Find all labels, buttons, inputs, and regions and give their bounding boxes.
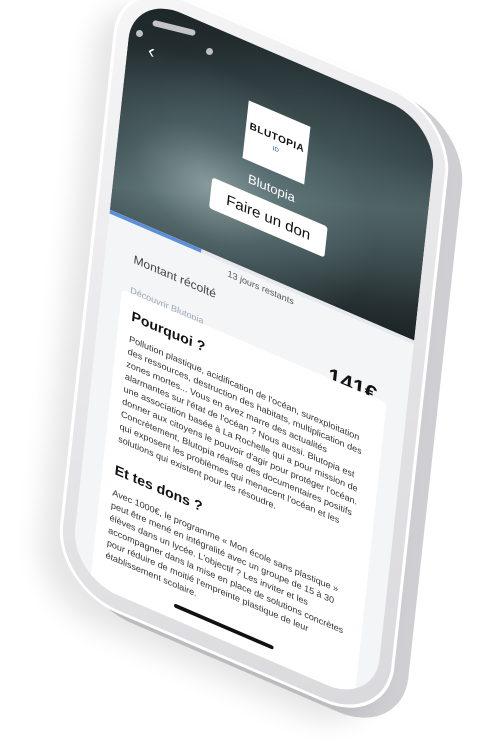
device-mockup: ‹ BLUTOPIA ID Blutopia Faire un don 13 j… [0,0,496,739]
content-card: Pourquoi ? Pollution plastique, acidific… [88,289,387,706]
face-sensor-icon [206,48,213,55]
chevron-left-icon[interactable]: ‹ [147,39,156,64]
front-camera-icon [136,30,143,37]
